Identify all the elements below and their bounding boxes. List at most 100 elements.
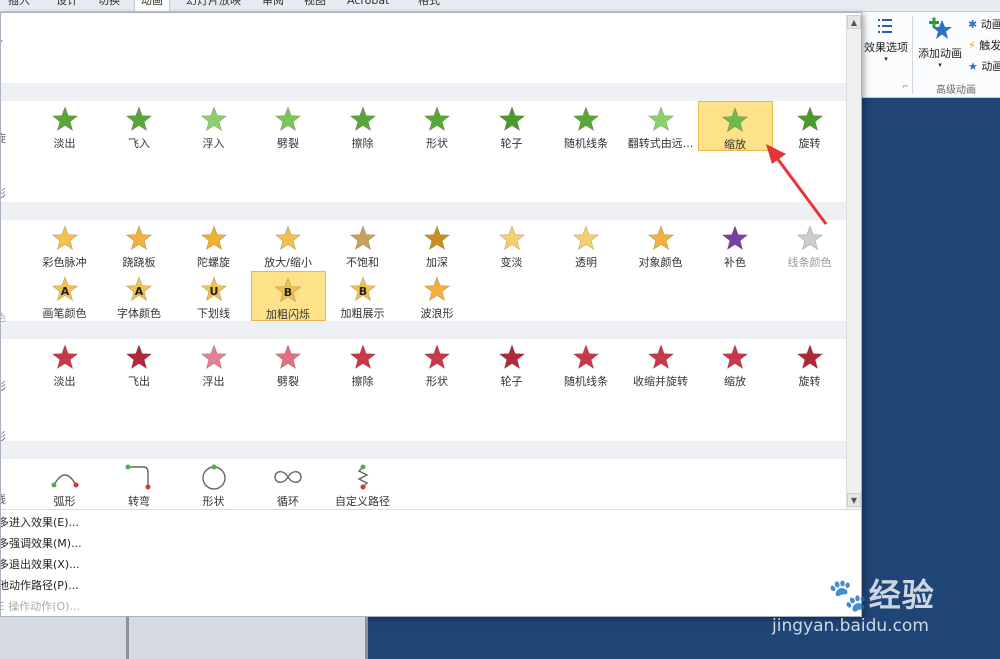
effect-label: 加粗闪烁 — [266, 308, 310, 321]
emphasis-effect-0[interactable]: 彩色脉冲 — [27, 220, 102, 270]
exit-effect-3[interactable]: 劈裂 — [251, 339, 326, 389]
exit-effect-4[interactable]: 擦除 — [325, 339, 400, 389]
tab-format[interactable]: 格式 — [418, 0, 440, 11]
star-effect-icon — [274, 106, 302, 132]
animation-gallery-panel: ✦ 旋 形 色 形 形 线 淡出飞入浮入劈裂擦除形状轮子随机线条翻转式由远...… — [0, 12, 862, 617]
emphasis-effect-1[interactable]: 跷跷板 — [102, 220, 177, 270]
emphasis2-effect-4[interactable]: B 加粗展示 — [325, 271, 400, 321]
exit-effect-8[interactable]: 收缩并旋转 — [623, 339, 698, 389]
exit-effect-0[interactable]: 淡出 — [27, 339, 102, 389]
exit-effect-10[interactable]: 旋转 — [772, 339, 847, 389]
tab-acrobat[interactable]: Acrobat — [347, 0, 389, 11]
star-effect-icon — [572, 106, 600, 132]
emphasis-effect-2[interactable]: 陀螺旋 — [176, 220, 251, 270]
emphasis2-effect-3[interactable]: B 加粗闪烁 — [250, 271, 326, 321]
gallery-scrollbar[interactable]: ▲ ▼ — [846, 15, 861, 510]
path-effect-1[interactable]: 转弯 — [102, 459, 177, 509]
emphasis-effect-3[interactable]: 放大/缩小 — [251, 220, 326, 270]
tab-transitions[interactable]: 切换 — [98, 0, 120, 11]
custom-path-icon — [356, 464, 369, 490]
menu-more-emphasis[interactable]: 更多强调效果(M)... — [1, 535, 82, 551]
emphasis2-effect-0[interactable]: A 画笔颜色 — [27, 271, 102, 321]
effect-label: 补色 — [724, 256, 746, 269]
emphasis-effect-6[interactable]: 变淡 — [474, 220, 549, 270]
tab-view[interactable]: 视图 — [304, 0, 326, 11]
effect-options-button[interactable]: 效果选项 ▾ — [862, 16, 910, 63]
effect-label: 自定义路径 — [335, 495, 390, 508]
menu-ole-action: OLE 操作动作(O)... — [1, 600, 80, 613]
emphasis-effect-8[interactable]: 对象颜色 — [623, 220, 698, 270]
group-label: 高级动画 — [936, 85, 976, 96]
effect-label: 劈裂 — [277, 137, 299, 150]
star-effect-icon — [572, 225, 600, 251]
star-effect-icon — [423, 276, 451, 302]
emphasis-effect-7[interactable]: 透明 — [549, 220, 624, 270]
scroll-up-arrow[interactable]: ▲ — [847, 15, 861, 29]
star-effect-icon — [125, 106, 153, 132]
star-effect-icon — [125, 344, 153, 370]
entrance-effect-1[interactable]: 飞入 — [102, 101, 177, 151]
more-effects-menu: 更多进入效果(E)... 更多强调效果(M)... 更多退出效果(X)... 其… — [1, 509, 861, 616]
path-effect-0[interactable]: 弧形 — [27, 459, 102, 509]
entrance-effect-6[interactable]: 轮子 — [474, 101, 549, 151]
ribbon-advanced-animation: 效果选项 ▾ 添加动画 ▾ ✱ 动画 ⚡ 触发 ★ 动画 高级动画 ⌐ — [862, 12, 1000, 98]
emphasis2-effect-5[interactable]: 波浪形 — [400, 271, 475, 321]
animation-pane-button[interactable]: ✱ 动画 — [968, 16, 1000, 32]
path-effect-3[interactable]: 循环 — [251, 459, 326, 509]
thumb-divider — [365, 617, 368, 659]
star-effect-icon — [274, 225, 302, 251]
trigger-button[interactable]: ⚡ 触发 — [968, 37, 1000, 53]
svg-text:B: B — [358, 285, 366, 298]
tab-review[interactable]: 审阅 — [262, 0, 284, 11]
entrance-effect-7[interactable]: 随机线条 — [549, 101, 624, 151]
effect-label: 旋转 — [798, 375, 821, 388]
effect-label: 浮出 — [202, 375, 225, 388]
menu-more-exit[interactable]: 更多退出效果(X)... — [1, 556, 80, 572]
edge-label-emphasis: 色 — [1, 309, 6, 325]
path-effect-2[interactable]: 形状 — [176, 459, 251, 509]
star-effect-icon: B — [274, 277, 302, 303]
painter-star-icon: ★ — [968, 60, 978, 73]
thumb-divider — [126, 617, 129, 659]
exit-effect-2[interactable]: 浮出 — [176, 339, 251, 389]
dialog-launcher-icon[interactable]: ⌐ — [902, 82, 909, 91]
effect-label: 陀螺旋 — [197, 256, 230, 269]
edge-label-entrance: 旋 — [1, 130, 6, 146]
emphasis2-effect-1[interactable]: A 字体颜色 — [102, 271, 177, 321]
exit-effect-1[interactable]: 飞出 — [102, 339, 177, 389]
emphasis-effect-5[interactable]: 加深 — [400, 220, 475, 270]
effect-label: 形状 — [426, 375, 448, 388]
star-effect-icon — [349, 106, 376, 132]
none-icon-fragment: ✦ — [1, 35, 4, 48]
menu-more-paths[interactable]: 其他动作路径(P)... — [1, 577, 79, 593]
emphasis-effect-4[interactable]: 不饱和 — [325, 220, 400, 270]
turn-path-icon — [125, 464, 151, 490]
entrance-effect-5[interactable]: 形状 — [400, 101, 475, 151]
exit-effect-6[interactable]: 轮子 — [474, 339, 549, 389]
exit-effect-7[interactable]: 随机线条 — [549, 339, 624, 389]
add-animation-button[interactable]: 添加动画 ▾ — [914, 16, 966, 69]
entrance-effect-0[interactable]: 淡出 — [27, 101, 102, 151]
baidu-watermark: Bai🐾经验 jingyan.baidu.com — [768, 570, 1000, 655]
tab-animations[interactable]: 动画 — [134, 0, 170, 11]
entrance-effect-4[interactable]: 擦除 — [325, 101, 400, 151]
path-effect-4[interactable]: 自定义路径 — [325, 459, 400, 509]
effect-label: 形状 — [202, 495, 225, 508]
exit-effect-5[interactable]: 形状 — [400, 339, 475, 389]
effect-label: 线条颜色 — [787, 256, 832, 269]
tab-slideshow[interactable]: 幻灯片放映 — [186, 0, 241, 11]
star-effect-icon — [572, 344, 600, 370]
entrance-effect-2[interactable]: 浮入 — [176, 101, 251, 151]
scroll-down-arrow[interactable]: ▼ — [847, 493, 861, 507]
star-effect-icon — [423, 225, 451, 251]
entrance-effect-3[interactable]: 劈裂 — [251, 101, 326, 151]
tab-insert[interactable]: 插入 — [8, 0, 30, 11]
menu-more-entrance[interactable]: 更多进入效果(E)... — [1, 514, 79, 530]
exit-effect-9[interactable]: 缩放 — [698, 339, 773, 389]
tab-design[interactable]: 设计 — [56, 0, 78, 11]
animation-painter-button[interactable]: ★ 动画 — [968, 58, 1000, 74]
section-header-entrance — [1, 83, 846, 101]
entrance-effect-8[interactable]: 翻转式由远... — [623, 101, 698, 151]
ribbon-tab-bar: 插入 设计 切换 动画 幻灯片放映 审阅 视图 Acrobat 格式 — [0, 0, 1000, 12]
emphasis2-effect-2[interactable]: U 下划线 — [176, 271, 251, 321]
